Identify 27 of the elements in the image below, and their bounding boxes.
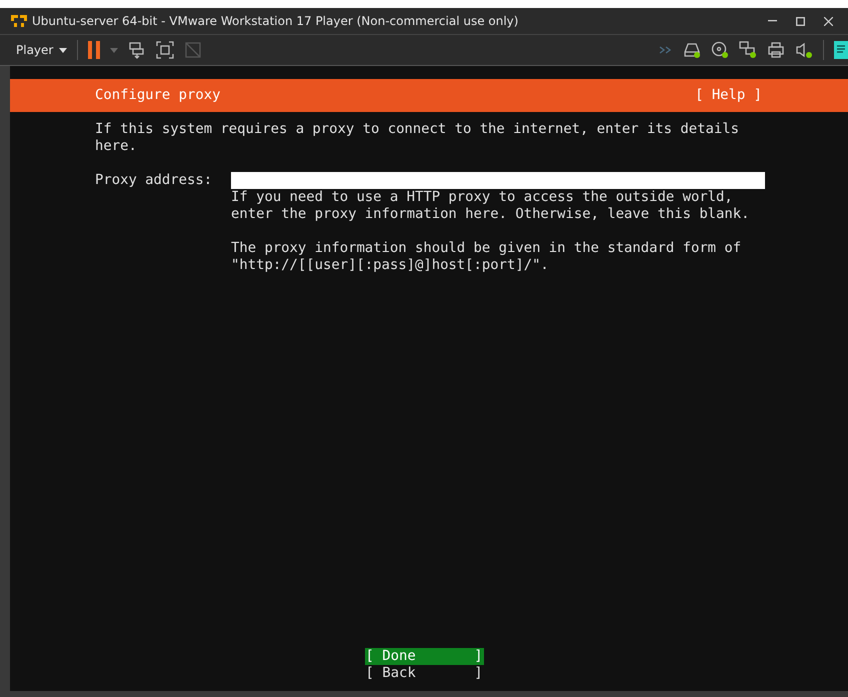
window-title: Ubuntu-server 64-bit - VMware Workstation 17 Player (Non-commercial use only) (32, 14, 520, 28)
app-logo-icon (10, 13, 28, 29)
send-keys-icon[interactable] (128, 41, 146, 59)
menu-button[interactable]: [ Done ] (364, 648, 484, 665)
proxy-address-field[interactable] (231, 172, 765, 189)
caret-icon[interactable] (110, 48, 118, 52)
printer-icon[interactable] (767, 41, 785, 59)
network-icon[interactable] (739, 41, 757, 59)
player-menu[interactable]: Player (16, 43, 68, 57)
hard-disk-icon[interactable] (683, 41, 701, 59)
field-label: Proxy address: (95, 172, 214, 190)
help-link[interactable]: [ Help ] (695, 87, 762, 104)
speaker-icon[interactable] (795, 41, 813, 59)
message-icon[interactable] (834, 41, 848, 59)
disc-icon[interactable] (711, 41, 729, 59)
maximize-icon[interactable] (796, 16, 804, 26)
screen-title: Configure proxy (95, 87, 220, 104)
chevron-icon[interactable] (659, 46, 673, 54)
help-text: If you need to use a HTTP proxy to access the outside world, enter the proxy information here. Otherwise, leave this blank. (231, 189, 750, 223)
fullscreen-icon[interactable] (156, 41, 174, 59)
pause-icon[interactable] (88, 41, 100, 59)
minimize-icon[interactable] (768, 20, 776, 22)
close-icon[interactable] (824, 16, 832, 26)
help-text: The proxy information should be given in the standard form of "http://[[user][:pass]@]host[:port]/". (231, 240, 742, 274)
caret-icon (59, 48, 68, 52)
intro-text: If this system requires a proxy to connect to the internet, enter its details here. (95, 121, 740, 155)
menu-button[interactable]: [ Back ] (364, 665, 484, 682)
